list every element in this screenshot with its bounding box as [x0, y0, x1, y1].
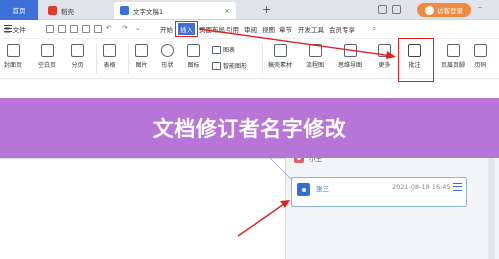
print-icon[interactable]	[82, 25, 90, 33]
title-banner: 文档修订者名字修改	[0, 98, 499, 158]
search-icon[interactable]: ⌕	[372, 24, 376, 34]
tab-home[interactable]: 首页	[0, 0, 38, 20]
grid-apps-icon[interactable]	[392, 5, 401, 14]
flowchart-label: 流程图	[306, 62, 325, 69]
blank-page-label: 空白页	[38, 62, 57, 69]
blank-page-button[interactable]: 空白页	[38, 44, 56, 69]
cover-page-button[interactable]: 封面页	[4, 44, 22, 69]
shape-icon	[161, 44, 174, 57]
shape-label: 形状	[161, 62, 174, 69]
material-button[interactable]: 稿壳素材	[268, 44, 292, 69]
comment-author: 张三	[316, 185, 329, 193]
more-label: 更多	[378, 62, 391, 69]
avatar-icon	[425, 5, 434, 15]
page-break-label: 分页	[71, 62, 84, 69]
new-tab-plus-icon[interactable]: +	[262, 3, 271, 16]
save-icon[interactable]	[46, 25, 54, 33]
banner-title: 文档修订者名字修改	[152, 117, 347, 141]
ribbon-separator	[128, 44, 129, 74]
cover-page-label: 封面页	[4, 62, 23, 69]
page-number-button[interactable]: 页码	[474, 44, 487, 69]
smart-art-label: 智能图形	[223, 63, 248, 70]
minimize-icon[interactable]: –	[478, 3, 482, 12]
ribbon-separator	[96, 44, 97, 74]
table-button[interactable]: 表格	[103, 44, 116, 69]
material-label: 稿壳素材	[268, 62, 293, 69]
tab-document[interactable]: 文字文稿1 ×	[114, 2, 236, 19]
folder-icon[interactable]	[58, 25, 66, 33]
undo-icon[interactable]: ↶	[106, 24, 111, 32]
writer-doc-icon	[120, 6, 129, 15]
menu-member[interactable]: 会员专享	[329, 24, 355, 34]
ribbon-separator	[262, 44, 263, 74]
menu-review[interactable]: 审阅	[244, 24, 257, 34]
menu-section[interactable]: 章节	[279, 24, 292, 34]
picture-button[interactable]: 图片	[135, 44, 148, 69]
active-comment[interactable]: 张三 2021-08-18 16:45	[291, 177, 467, 207]
vertical-scrollbar[interactable]	[488, 158, 495, 259]
tab-wenku[interactable]: 稻壳	[42, 2, 112, 19]
page-break-icon	[71, 44, 84, 57]
menu-file[interactable]: 三 文件	[4, 24, 26, 34]
flowchart-button[interactable]: 流程图	[306, 44, 324, 69]
document-page[interactable]	[0, 158, 286, 259]
cover-page-icon	[6, 44, 20, 57]
header-footer-button[interactable]: 页眉页脚	[441, 44, 465, 69]
page-break-button[interactable]: 分页	[71, 44, 84, 69]
picture-label: 图片	[135, 62, 148, 69]
more-button[interactable]: 更多	[378, 44, 391, 69]
header-footer-icon	[446, 44, 460, 57]
comment-menu-icon[interactable]	[453, 183, 462, 191]
blank-page-icon	[40, 44, 54, 57]
icon-button[interactable]: 图标	[187, 44, 200, 69]
tab-home-label: 首页	[12, 7, 26, 15]
menu-bar: 三 文件 ↶ ↷ ⌄ 开始 插入 页面布局 引用 审阅 视图 章节 开发工具 会…	[0, 20, 499, 39]
chart-icon	[212, 45, 221, 54]
flowchart-icon	[308, 44, 322, 57]
menu-references[interactable]: 引用	[226, 24, 239, 34]
commenter-avatar-icon	[297, 183, 310, 196]
mindmap-label: 思维导图	[338, 62, 363, 69]
guest-login-button[interactable]: 访客登录	[417, 3, 471, 17]
icon-label: 图标	[187, 62, 200, 69]
header-footer-label: 页眉页脚	[441, 62, 466, 69]
wenku-logo-icon	[48, 6, 57, 15]
shape-button[interactable]: 形状	[161, 44, 174, 69]
insert-highlight-box	[175, 21, 198, 37]
print-preview-icon[interactable]	[70, 25, 78, 33]
mindmap-button[interactable]: 思维导图	[338, 44, 362, 69]
export-icon[interactable]	[94, 25, 102, 33]
icons-library-icon	[187, 44, 200, 57]
page-number-label: 页码	[474, 62, 487, 69]
picture-icon	[135, 44, 148, 57]
chart-button[interactable]: 图表	[212, 45, 235, 54]
redo-icon[interactable]: ↷	[122, 24, 127, 32]
more-icon	[378, 44, 391, 57]
more-arrow-icon[interactable]: ⌄	[135, 24, 140, 32]
comment-timestamp: 2021-08-18 16:45	[392, 183, 451, 191]
tab-wenku-label: 稻壳	[61, 7, 74, 16]
comment-highlight-box	[398, 38, 434, 82]
guest-login-label: 访客登录	[437, 7, 463, 15]
comment-panel	[286, 158, 499, 259]
page-number-icon	[474, 44, 487, 57]
table-icon	[103, 44, 116, 57]
table-label: 表格	[103, 62, 116, 69]
chart-label: 图表	[223, 47, 236, 54]
menu-developer[interactable]: 开发工具	[298, 24, 324, 34]
material-icon	[273, 44, 287, 57]
close-tab-icon[interactable]: ×	[224, 7, 230, 15]
smart-art-icon	[212, 61, 221, 70]
title-bar: 首页 稻壳 文字文稿1 × + 访客登录 –	[0, 0, 499, 20]
smart-art-button[interactable]: 智能图形	[212, 61, 247, 70]
menu-layout[interactable]: 页面布局	[199, 24, 225, 34]
window-layout-icon[interactable]	[378, 5, 387, 14]
menu-view[interactable]: 视图	[262, 24, 275, 34]
tab-document-label: 文字文稿1	[133, 7, 164, 16]
mindmap-icon	[343, 44, 357, 57]
menu-start[interactable]: 开始	[160, 24, 173, 34]
